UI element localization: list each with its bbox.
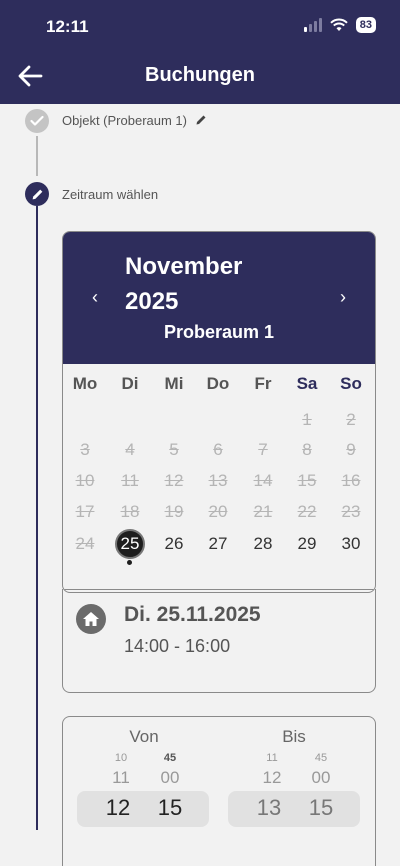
calendar-day: 1 (302, 410, 312, 429)
calendar-day: 23 (341, 502, 361, 521)
calendar-day: 10 (75, 471, 95, 490)
from-minute-prev1: 00 (160, 768, 180, 787)
to-hour-prev2: 11 (266, 752, 278, 764)
wifi-icon (330, 18, 348, 31)
from-hour-prev2: 10 (114, 752, 128, 764)
calendar-day: 7 (258, 440, 268, 459)
weekday-label: Sa (296, 374, 318, 393)
to-minute-prev1: 00 (311, 768, 331, 787)
calendar-day: 16 (341, 471, 361, 490)
calendar-day: 5 (169, 440, 179, 459)
room-name: Proberaum 1 (163, 322, 275, 342)
page-title: Buchungen (145, 64, 255, 86)
to-minute-selected[interactable]: 15 (306, 795, 336, 821)
calendar-day[interactable]: 30 (333, 530, 369, 558)
calendar-day: 8 (302, 440, 312, 459)
status-time: 12:11 (46, 17, 89, 36)
from-label: Von (129, 727, 159, 746)
check-icon (30, 115, 44, 126)
calendar-day: 20 (208, 502, 228, 521)
next-month-button[interactable]: › (331, 287, 355, 308)
to-hour-prev1: 12 (262, 768, 282, 787)
month-year: 2025 (125, 288, 179, 315)
calendar-day: 14 (253, 471, 273, 490)
calendar-day: 6 (213, 440, 223, 459)
from-minute-prev2: 45 (163, 752, 177, 764)
to-minute-prev2: 45 (314, 752, 328, 764)
month-title: November 2025 (125, 249, 285, 319)
calendar-day: 2 (346, 410, 356, 429)
weekday-label: Mo (72, 374, 98, 393)
status-icons: 83 (303, 17, 376, 33)
booking-dot (127, 560, 132, 565)
calendar-day: 22 (297, 502, 317, 521)
weekday-label: Do (206, 374, 230, 393)
step-connector-active (36, 206, 38, 830)
calendar-day: 17 (75, 502, 95, 521)
calendar-day: 11 (121, 471, 139, 490)
to-label: Bis (282, 727, 306, 746)
calendar-day: 15 (297, 471, 317, 490)
to-time-wheel[interactable] (228, 791, 360, 827)
from-hour-selected[interactable]: 12 (103, 795, 133, 821)
step-done-circle[interactable] (25, 109, 49, 133)
step-connector (36, 136, 38, 176)
from-hour-prev1: 11 (112, 768, 130, 787)
booking-time-range: 14:00 - 16:00 (124, 636, 231, 656)
prev-month-button[interactable]: ‹ (83, 287, 107, 308)
calendar-header: ‹ November 2025 Proberaum 1 › (63, 232, 375, 364)
booking-date: Di. 25.11.2025 (124, 603, 261, 626)
calendar-day: 18 (120, 502, 140, 521)
calendar-day[interactable]: 27 (200, 530, 236, 558)
weekday-label: Fr (254, 374, 272, 393)
home-icon (76, 604, 106, 634)
calendar-day: 13 (208, 471, 228, 490)
month-name: November (125, 253, 243, 280)
weekday-label: Di (121, 374, 139, 393)
from-time-wheel[interactable] (77, 791, 209, 827)
calendar-day: 4 (125, 440, 135, 459)
battery-indicator: 83 (355, 17, 376, 33)
weekday-label: Mi (164, 374, 184, 393)
time-picker-card: Von Bis 10 11 12 45 00 15 11 12 13 45 00… (62, 716, 376, 866)
calendar-day: 24 (75, 534, 95, 553)
calendar-day: 12 (164, 471, 184, 490)
calendar-day: 19 (164, 502, 184, 521)
pencil-icon (32, 189, 42, 199)
step-period-label: Zeitraum wählen (62, 187, 159, 202)
calendar-day: 21 (253, 502, 273, 521)
calendar-day[interactable]: 26 (156, 530, 192, 558)
weekday-label: So (340, 374, 362, 393)
calendar-day: 3 (80, 440, 90, 459)
step-object[interactable]: Objekt (Proberaum 1) (62, 113, 207, 128)
step-active-circle (25, 182, 49, 206)
calendar-card: ‹ November 2025 Proberaum 1 › Mo Di Mi Do Fr… (62, 231, 376, 593)
step-object-label: Objekt (Proberaum 1) (62, 113, 187, 128)
from-minute-selected[interactable]: 15 (155, 795, 185, 821)
calendar-day[interactable]: 29 (289, 530, 325, 558)
calendar-day[interactable]: 28 (245, 530, 281, 558)
calendar-day: 9 (346, 440, 356, 459)
to-hour-selected[interactable]: 13 (254, 795, 284, 821)
app-header: 12:11 83 Buchungen (0, 0, 400, 104)
pencil-icon (196, 115, 206, 125)
calendar-day-selected[interactable]: 25 (112, 530, 148, 558)
signal-icon (303, 18, 322, 32)
